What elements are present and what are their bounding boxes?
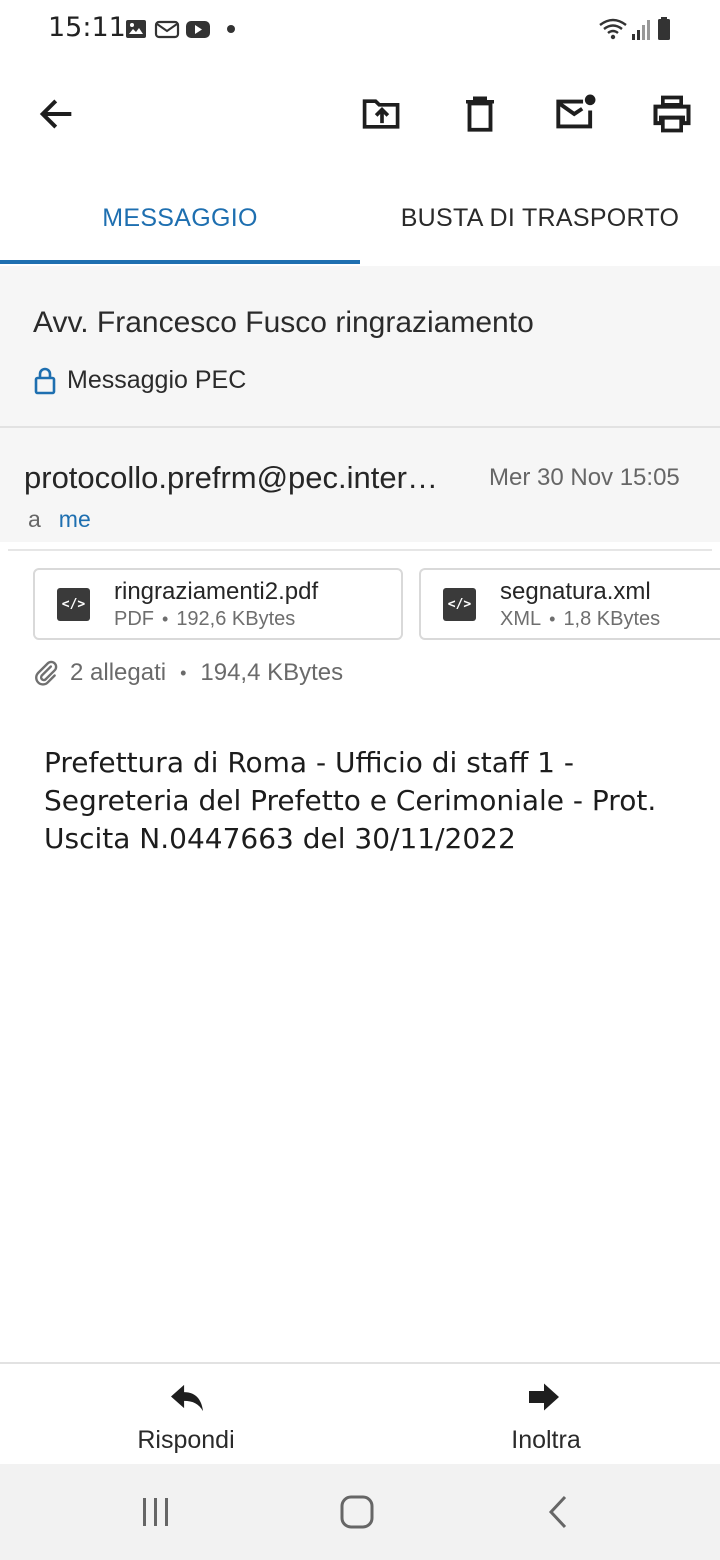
- back-nav-button[interactable]: [546, 1495, 570, 1529]
- recipients-row: a me: [28, 506, 91, 533]
- recipient-me[interactable]: me: [59, 506, 91, 532]
- message-date: Mer 30 Nov 15:05: [489, 464, 680, 491]
- wifi-icon: [599, 18, 627, 40]
- mark-unread-icon: [556, 94, 596, 129]
- tab-indicator: [0, 260, 360, 264]
- system-nav-bar: [0, 1464, 720, 1560]
- recent-apps-button[interactable]: [140, 1497, 172, 1527]
- home-icon: [340, 1495, 374, 1529]
- pec-indicator: Messaggio PEC: [33, 366, 246, 395]
- separator-dot: •: [180, 662, 187, 683]
- message-body: Prefettura di Roma - Ufficio di staff 1 …: [44, 746, 657, 855]
- delete-button[interactable]: [450, 84, 510, 144]
- subject-header: [0, 266, 720, 428]
- reply-label: Rispondi: [137, 1426, 235, 1454]
- signal-icon: [632, 20, 650, 40]
- message-subject: Avv. Francesco Fusco ringraziamento: [33, 306, 534, 339]
- tab-messaggio[interactable]: MESSAGGIO: [0, 170, 360, 266]
- back-button[interactable]: [26, 84, 86, 144]
- print-button[interactable]: [642, 84, 702, 144]
- attachment-name: segnatura.xml: [500, 578, 651, 605]
- home-button[interactable]: [340, 1495, 374, 1529]
- divider: [8, 549, 712, 551]
- forward-button[interactable]: Inoltra: [366, 1364, 720, 1466]
- mark-unread-button[interactable]: [546, 84, 606, 144]
- attachment-meta: XML • 1,8 KBytes: [500, 608, 661, 630]
- code-file-icon: </>: [443, 588, 476, 621]
- to-label: a: [28, 506, 41, 532]
- pec-label: Messaggio PEC: [67, 366, 247, 394]
- attachments-count: 2 allegati: [70, 659, 167, 686]
- folder-move-icon: [362, 99, 400, 129]
- recent-apps-icon: [143, 1498, 168, 1526]
- print-icon: [653, 95, 691, 133]
- trash-icon: [466, 96, 494, 132]
- reply-button[interactable]: Rispondi: [6, 1364, 366, 1466]
- chevron-left-icon: [548, 1495, 567, 1529]
- arrow-left-icon: [39, 99, 72, 129]
- lock-icon: [34, 367, 56, 394]
- app-bar: [0, 60, 720, 170]
- attachment-meta: PDF • 192,6 KBytes: [114, 608, 296, 630]
- sender-address[interactable]: protocollo.prefrm@pec.inter…: [24, 460, 464, 496]
- reply-icon: [171, 1384, 203, 1412]
- email-icon: [154, 20, 180, 39]
- attachment-name: ringraziamenti2.pdf: [114, 578, 319, 605]
- attachment-card[interactable]: </> segnatura.xml XML • 1,8 KBytes: [419, 568, 720, 640]
- dot-icon: [227, 25, 235, 33]
- youtube-icon: [186, 21, 210, 38]
- action-bar: Rispondi Inoltra: [0, 1362, 720, 1466]
- tab-bar: MESSAGGIO BUSTA DI TRASPORTO: [0, 170, 720, 268]
- forward-label: Inoltra: [511, 1426, 581, 1454]
- code-file-icon: </>: [57, 588, 90, 621]
- status-time: 15:11: [48, 12, 126, 43]
- attachments-size: 194,4 KBytes: [200, 659, 344, 686]
- attachment-card[interactable]: </> ringraziamenti2.pdf PDF • 192,6 KBytes: [33, 568, 403, 640]
- attachments-summary: 2 allegati • 194,4 KBytes: [33, 658, 343, 688]
- status-bar: 15:11: [0, 0, 720, 60]
- tab-busta-di-trasporto[interactable]: BUSTA DI TRASPORTO: [360, 170, 720, 266]
- paperclip-icon: [35, 660, 58, 686]
- battery-icon: [658, 17, 670, 40]
- forward-icon: [529, 1383, 559, 1411]
- gallery-icon: [126, 20, 146, 38]
- move-to-folder-button[interactable]: [352, 84, 412, 144]
